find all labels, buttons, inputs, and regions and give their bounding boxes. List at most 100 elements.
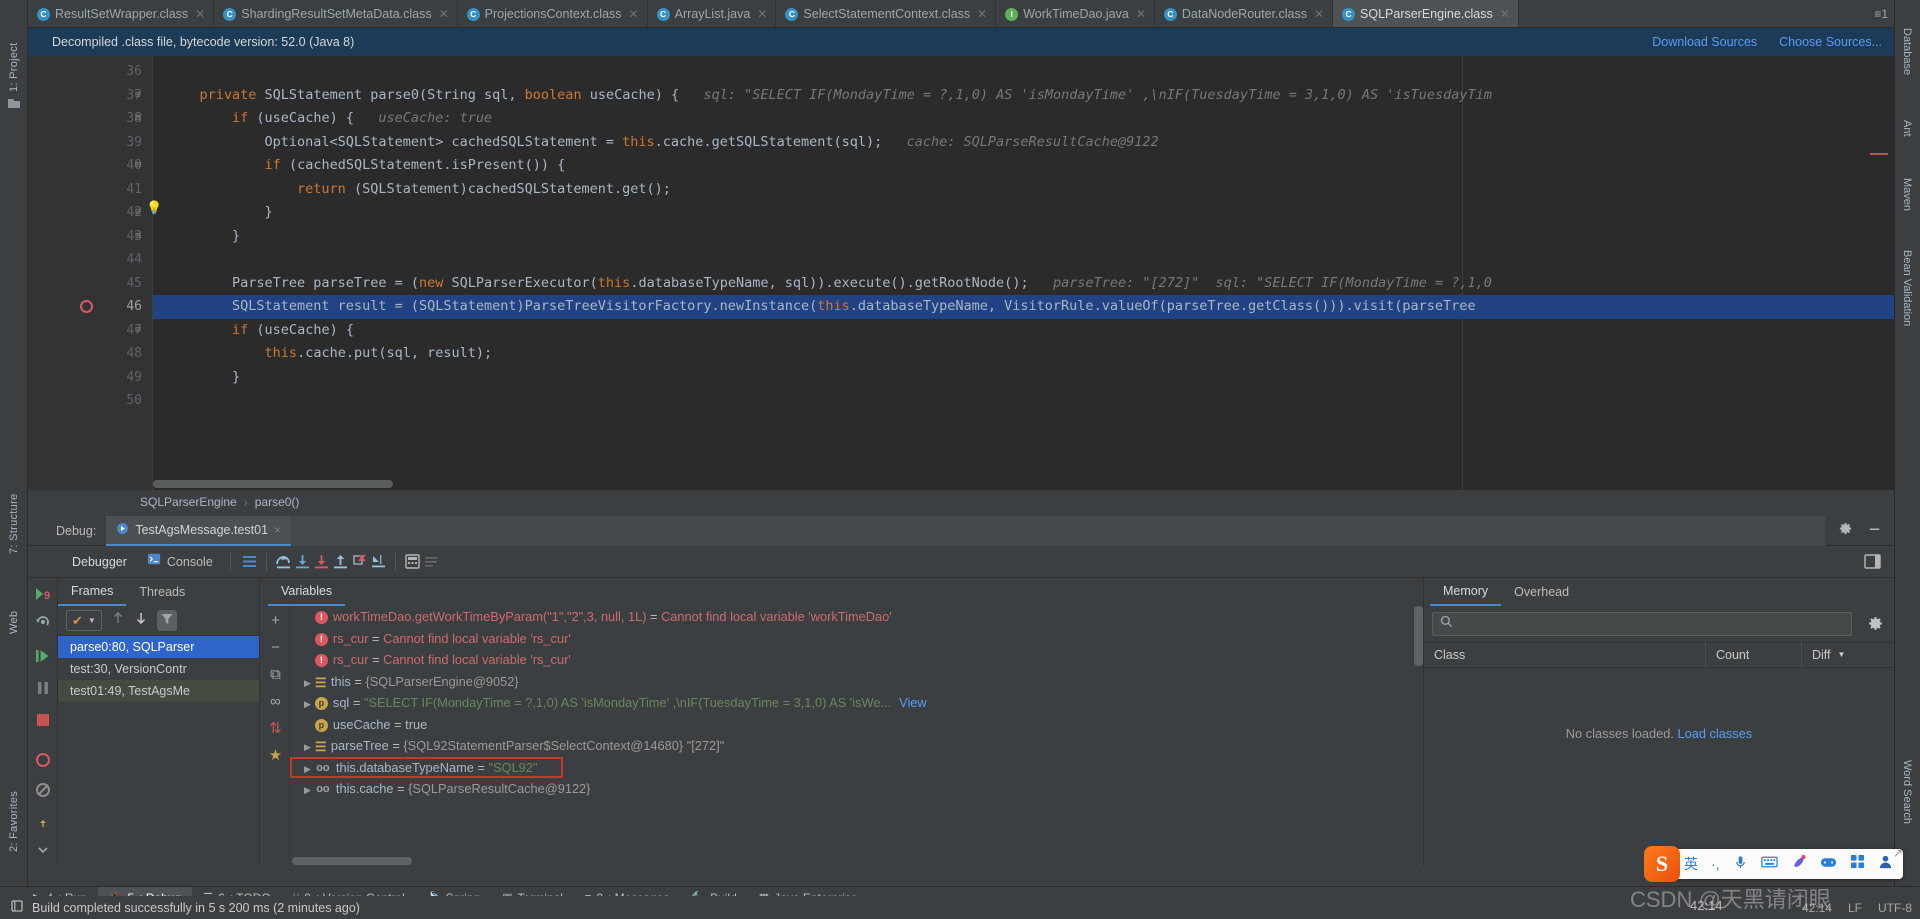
variable-row[interactable]: ▶ ☰ this = {SQLParserEngine@9052} <box>290 671 1423 693</box>
file-encoding[interactable]: UTF-8 <box>1878 901 1912 915</box>
rerun-icon[interactable]: 9 <box>33 584 53 604</box>
sort-button[interactable]: ⇅ <box>267 720 284 737</box>
view-value-link[interactable]: View <box>899 695 927 710</box>
view-breakpoints-icon[interactable] <box>33 750 53 770</box>
variable-row[interactable]: ▶!workTimeDao.getWorkTimeByParam("1","2"… <box>290 606 1423 628</box>
editor-tab-1[interactable]: C ShardingResultSetMetaData.class ✕ <box>214 0 458 27</box>
copy-button[interactable]: ⧉ <box>267 666 284 683</box>
code-line[interactable]: this.cache.put(sql, result); <box>153 342 1894 366</box>
skin-icon[interactable] <box>1791 854 1807 875</box>
sidebar-item-ant[interactable]: Ant <box>1894 120 1920 168</box>
close-icon[interactable]: ✕ <box>629 7 639 21</box>
variable-row[interactable]: ▶!rs_cur = Cannot find local variable 'r… <box>290 628 1423 650</box>
breadcrumb[interactable]: SQLParserEngine › parse0() <box>28 490 1894 514</box>
ime-collapse-icon[interactable]: ↗ <box>1893 846 1903 860</box>
tab-frames[interactable]: Frames <box>58 578 127 606</box>
filter-icon[interactable] <box>156 610 177 631</box>
load-classes-link[interactable]: Load classes <box>1677 726 1752 741</box>
tab-debugger[interactable]: Debugger <box>62 546 137 578</box>
evaluate-expression-icon[interactable] <box>403 552 422 571</box>
code-line[interactable]: if (cachedSQLStatement.isPresent()) { <box>153 154 1894 178</box>
code-line[interactable]: ParseTree parseTree = (new SQLParserExec… <box>153 272 1894 296</box>
code-line[interactable] <box>153 248 1894 272</box>
code-line[interactable]: if (useCache) { <box>153 319 1894 343</box>
variables-list[interactable]: ▶! workTimeDao.getWorkTimeByParam("1","2"… <box>290 606 1423 866</box>
star-button[interactable]: ★ <box>267 747 284 764</box>
pause-program-icon[interactable] <box>33 678 53 698</box>
variable-row[interactable]: ▶puseCache = true <box>290 714 1423 736</box>
editor-tab-6[interactable]: C DataNodeRouter.class ✕ <box>1154 0 1334 27</box>
code-editor[interactable]: 36 37 ⊟ 38 ⊟ 39 40 ⊟ 41 42 ⊟ 💡 43 ⊟ 44 45 46 47 ⊟ 48 49 50 pr… <box>28 56 1894 490</box>
project-files-icon[interactable] <box>6 95 22 111</box>
variable-row[interactable]: ▶ oo this.cache = {SQLParseResultCache@912… <box>290 778 1423 800</box>
apps-icon[interactable] <box>1850 854 1865 874</box>
gear-icon[interactable] <box>1838 521 1853 541</box>
ime-toolbar[interactable]: S 英 ·, <box>1644 846 1903 882</box>
tab-overhead[interactable]: Overhead <box>1501 578 1582 606</box>
fold-toggle-icon[interactable]: ⊟ <box>132 107 144 131</box>
fold-toggle-icon[interactable]: ⊟ <box>132 319 144 343</box>
fold-toggle-icon[interactable]: ⊟ <box>132 201 144 225</box>
run-to-cursor-icon[interactable] <box>369 552 388 571</box>
editor-gutter[interactable]: 36 37 ⊟ 38 ⊟ 39 40 ⊟ 41 42 ⊟ 💡 43 ⊟ 44 45 46 47 ⊟ 48 49 50 <box>28 56 162 490</box>
breadcrumb-method[interactable]: parse0() <box>255 495 300 509</box>
code-line[interactable]: if (useCache) { useCache: true <box>153 107 1894 131</box>
code-line[interactable] <box>153 60 1894 84</box>
column-header-class[interactable]: Class <box>1424 642 1706 668</box>
memory-search-input[interactable] <box>1432 612 1852 636</box>
variable-row[interactable]: ▶ p sql = "SELECT IF(MondayTime = ?,1,0) A… <box>290 692 1423 714</box>
close-icon[interactable]: ✕ <box>1136 7 1146 21</box>
code-line[interactable]: } <box>153 225 1894 249</box>
fold-toggle-icon[interactable]: ⊟ <box>132 84 144 108</box>
editor-horizontal-scrollbar[interactable] <box>153 480 393 488</box>
drop-frame-icon[interactable] <box>350 552 369 571</box>
code-line[interactable] <box>153 389 1894 413</box>
expand-arrow-icon[interactable]: ▶ <box>304 699 311 709</box>
editor-tab-2[interactable]: C ProjectionsContext.class ✕ <box>457 0 648 27</box>
sidebar-item-word-search[interactable]: Word Search <box>1894 760 1920 850</box>
code-line[interactable]: } <box>153 201 1894 225</box>
tab-variables[interactable]: Variables <box>268 578 346 606</box>
force-step-into-icon[interactable] <box>312 552 331 571</box>
close-icon[interactable]: ✕ <box>1500 7 1510 21</box>
minimize-icon[interactable] <box>1867 521 1882 541</box>
breakpoint-icon[interactable] <box>80 300 93 313</box>
tab-threads[interactable]: Threads <box>126 578 198 606</box>
fold-toggle-icon[interactable]: ⊟ <box>132 225 144 249</box>
code-line[interactable]: Optional<SQLStatement> cachedSQLStatemen… <box>153 131 1894 155</box>
arrow-up-icon[interactable] <box>111 611 125 630</box>
step-into-icon[interactable] <box>293 552 312 571</box>
editor-tab-3[interactable]: C ArrayList.java ✕ <box>647 0 777 27</box>
expand-arrow-icon[interactable]: ▶ <box>304 764 311 774</box>
keyboard-icon[interactable] <box>1760 855 1778 874</box>
caret-position[interactable]: 42:14 <box>1802 901 1832 915</box>
mute-breakpoints-icon[interactable] <box>33 780 53 800</box>
close-icon[interactable]: ✕ <box>757 7 767 21</box>
tab-console[interactable]: Console <box>137 546 223 578</box>
code-line[interactable]: } <box>153 366 1894 390</box>
more-icon[interactable] <box>33 840 53 860</box>
close-icon[interactable]: ✕ <box>195 7 205 21</box>
editor-tab-0[interactable]: C ResultSetWrapper.class ✕ <box>28 0 215 27</box>
column-header-diff[interactable]: Diff ▼ <box>1802 642 1894 668</box>
sidebar-item-structure[interactable]: 7: Structure <box>0 452 28 554</box>
variable-row[interactable]: ▶!rs_cur = Cannot find local variable 'r… <box>290 649 1423 671</box>
ime-language-toggle[interactable]: 英 <box>1684 854 1698 874</box>
mic-icon[interactable] <box>1733 854 1748 875</box>
variables-horizontal-scrollbar[interactable] <box>292 857 412 865</box>
expand-arrow-icon[interactable]: ▶ <box>304 678 311 688</box>
gear-icon[interactable] <box>1867 615 1884 637</box>
code-line[interactable]: private SQLStatement parse0(String sql, … <box>153 84 1894 108</box>
fold-toggle-icon[interactable]: ⊟ <box>132 154 144 178</box>
code-line[interactable]: return (SQLStatement)cachedSQLStatement.… <box>153 178 1894 202</box>
close-icon[interactable]: ✕ <box>439 7 449 21</box>
download-sources-link[interactable]: Download Sources <box>1652 35 1757 49</box>
sidebar-item-database[interactable]: Database <box>1894 28 1920 110</box>
add-watch-button[interactable]: + <box>267 612 284 629</box>
variable-row[interactable]: ▶ ☰ parseTree = {SQL92StatementParser$Sele… <box>290 735 1423 757</box>
choose-sources-link[interactable]: Choose Sources... <box>1779 35 1882 49</box>
event-log-icon[interactable] <box>10 899 24 916</box>
sogou-logo-icon[interactable]: S <box>1644 846 1680 882</box>
remove-watch-button[interactable]: − <box>267 639 284 656</box>
close-icon[interactable]: ✕ <box>977 7 987 21</box>
